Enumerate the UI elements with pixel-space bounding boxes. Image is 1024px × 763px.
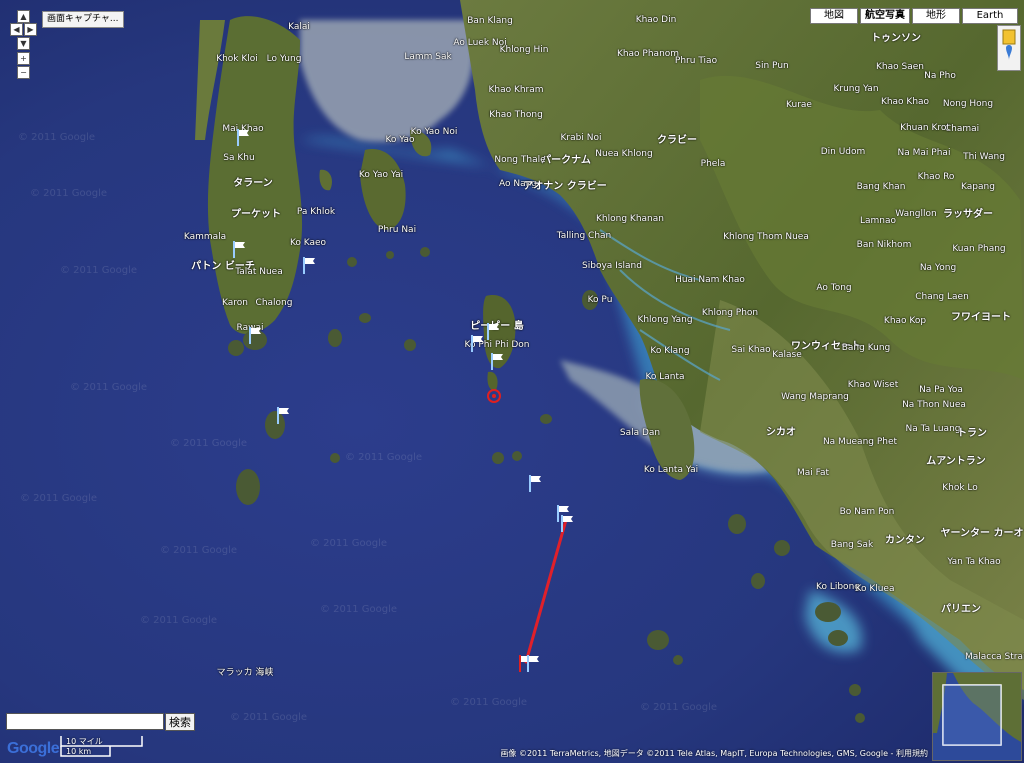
flag-marker-icon[interactable]: [560, 514, 574, 532]
attribution-text[interactable]: 画像 ©2011 TerraMetrics, 地図データ ©2011 Tele …: [500, 748, 928, 759]
search-button[interactable]: 検索: [165, 713, 195, 731]
flag-marker-icon[interactable]: [276, 406, 290, 424]
flag-marker-icon[interactable]: [526, 654, 540, 672]
pan-left-button[interactable]: ◀: [10, 23, 23, 36]
flag-marker-icon[interactable]: [302, 256, 316, 274]
satellite-imagery: [0, 0, 1024, 763]
screen-capture-button[interactable]: 画面キャプチャ...: [42, 11, 124, 28]
map-type-map-button[interactable]: 地図: [810, 8, 858, 24]
flag-marker-icon[interactable]: [470, 334, 484, 352]
satellite-map[interactable]: © 2011 Google © 2011 Google © 2011 Googl…: [0, 0, 1024, 763]
search-input[interactable]: [6, 713, 164, 730]
flag-marker-icon[interactable]: [236, 128, 250, 146]
overview-map[interactable]: [932, 672, 1022, 761]
google-logo[interactable]: Google: [7, 740, 60, 758]
flag-marker-icon[interactable]: [528, 474, 542, 492]
scale-bar: 10 マイル 10 km: [60, 736, 144, 758]
pan-down-button[interactable]: ▼: [17, 37, 30, 50]
scale-miles: 10 マイル: [66, 737, 103, 746]
flag-marker-icon[interactable]: [248, 326, 262, 344]
zoom-in-button[interactable]: +: [17, 52, 30, 65]
map-type-bar: 地図 航空写真 地形 Earth: [810, 8, 1018, 24]
street-view-pegman-icon[interactable]: [997, 25, 1021, 71]
map-type-earth-button[interactable]: Earth: [962, 8, 1018, 24]
pan-right-button[interactable]: ▶: [24, 23, 37, 36]
flag-marker-icon[interactable]: [490, 352, 504, 370]
map-type-satellite-button[interactable]: 航空写真: [860, 8, 910, 24]
pan-up-button[interactable]: ▲: [17, 10, 30, 23]
flag-marker-icon[interactable]: [486, 322, 500, 340]
flag-marker-icon[interactable]: [232, 240, 246, 258]
map-type-terrain-button[interactable]: 地形: [912, 8, 960, 24]
zoom-out-button[interactable]: −: [17, 66, 30, 79]
scale-km: 10 km: [66, 747, 92, 756]
